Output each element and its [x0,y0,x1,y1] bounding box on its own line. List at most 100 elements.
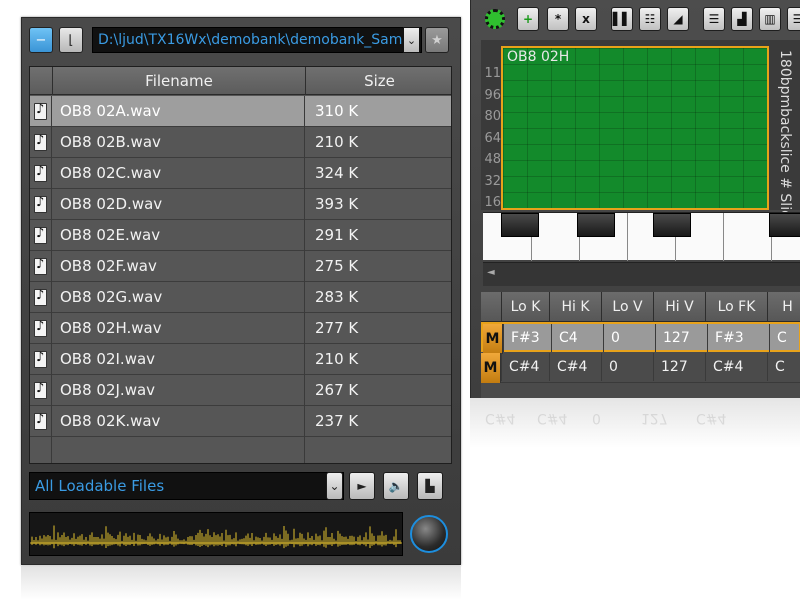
zone-row[interactable]: M F#3 C4 0 127 F#3 C [481,322,800,354]
black-key[interactable] [501,213,539,237]
file-name: OB8 02D.wav [52,189,305,220]
ramp-icon[interactable]: ◢ [667,7,689,31]
sample-label-vertical: 180bpmbackslice # Slice [777,50,793,227]
zone-cell[interactable]: C#4 [501,353,549,381]
parent-folder-icon[interactable]: ⌊ [59,27,83,53]
zone-name: OB8 02H [507,49,570,65]
file-size: 310 K [315,102,359,120]
zone-grid: 11 96 80 64 48 32 16 OB8 02H 180bpmbackslice #… [481,40,800,226]
black-key[interactable] [769,213,800,237]
velocity-label: 64 [484,130,501,146]
table-row[interactable]: OB8 02B.wav 210 K [30,127,451,158]
table-row[interactable]: OB8 02K.wav 237 K [30,406,451,437]
play-icon[interactable]: ► [349,472,375,500]
file-name: OB8 02B.wav [52,127,305,158]
list-icon[interactable]: ☰ [787,7,800,31]
file-type-filter[interactable]: All Loadable Files [29,472,344,500]
filename-column-header[interactable]: Filename [52,67,305,95]
waveform-graphic [30,525,402,549]
file-name: OB8 02G.wav [52,282,305,313]
table-row[interactable]: OB8 02F.wav 275 K [30,251,451,282]
zone-cell[interactable]: C [767,353,800,381]
layer-icon[interactable]: ▌▌ [611,7,633,31]
file-name: OB8 02E.wav [52,220,305,251]
scroll-left-icon[interactable]: ◄ [487,267,495,278]
editor-reflection [470,398,800,448]
align-icon[interactable]: ☰ [703,7,725,31]
load-icon[interactable]: ▙ [417,472,443,500]
file-table-header: Filename Size [30,67,451,95]
table-row[interactable]: OB8 02H.wav 277 K [30,313,451,344]
zone-row[interactable]: M C#4 C#4 0 127 C#4 C [481,353,800,383]
zone-column-header[interactable]: Hi K [549,292,601,322]
delete-icon[interactable]: x [575,7,597,31]
bars-icon[interactable]: ▟ [731,7,753,31]
columns-icon[interactable]: ▥ [759,7,781,31]
black-key[interactable] [577,213,615,237]
zone-cell[interactable]: 0 [603,324,655,352]
file-name: OB8 02H.wav [52,313,305,344]
reflection-text: 0 [592,410,601,426]
star-icon[interactable]: ★ [425,27,449,53]
path-field[interactable]: D:\ljud\TX16Wx\demobank\demobank_Samp [92,27,422,53]
audio-file-icon [30,406,52,437]
zone-cell[interactable]: 127 [653,353,705,381]
file-size: 393 K [315,195,359,213]
zone-cell[interactable]: 0 [601,353,653,381]
zone-column-header[interactable]: Lo K [501,292,549,322]
table-row[interactable]: OB8 02C.wav 324 K [30,158,451,189]
grid-icon[interactable]: ☷ [639,7,661,31]
table-row[interactable]: OB8 02G.wav 283 K [30,282,451,313]
zone-column-header[interactable]: H [767,292,800,322]
speaker-icon[interactable]: 🔈 [383,472,409,500]
mute-button[interactable]: M [483,324,503,354]
gear-icon[interactable] [485,9,505,29]
file-size: 210 K [315,350,359,368]
size-column-header[interactable]: Size [305,67,451,95]
file-size: 277 K [315,319,359,337]
file-size: 291 K [315,226,359,244]
chevron-down-icon[interactable]: ⌄ [326,472,343,500]
wildcard-icon[interactable]: * [547,7,569,31]
table-row[interactable]: OB8 02D.wav 393 K [30,189,451,220]
file-size: 275 K [315,257,359,275]
file-name: OB8 02K.wav [52,406,305,437]
mute-button[interactable]: M [481,353,501,383]
table-row[interactable]: OB8 02J.wav 267 K [30,375,451,406]
file-size: 210 K [315,133,359,151]
table-row[interactable]: OB8 02E.wav 291 K [30,220,451,251]
waveform-preview [29,512,403,556]
add-zone-icon[interactable]: + [517,7,539,31]
zone-cell[interactable]: F#3 [503,324,551,352]
chevron-down-icon[interactable]: ⌄ [403,27,420,53]
zone-cell[interactable]: C#4 [705,353,767,381]
zone-cell[interactable]: F#3 [707,324,769,352]
black-key[interactable] [653,213,691,237]
velocity-label: 96 [484,87,501,103]
audio-file-icon [30,158,52,189]
file-size: 283 K [315,288,359,306]
velocity-label: 32 [484,173,501,189]
table-row[interactable]: OB8 02I.wav 210 K [30,344,451,375]
velocity-label: 48 [484,152,501,167]
zone-cell[interactable]: 127 [655,324,707,352]
keyboard-editor-panel: +*x▌▌☷◢☰▟▥☰ 11968064483216 OB8 02H 180bp… [470,0,800,398]
zone-column-header[interactable]: Lo FK [705,292,767,322]
piano-keyboard[interactable] [483,212,800,261]
reflection-text: C#4 [485,410,516,426]
volume-knob[interactable] [410,515,448,553]
horizontal-scrollbar[interactable]: ◄ [483,262,800,286]
audio-file-icon [30,220,52,251]
zone-cell[interactable]: C4 [551,324,603,352]
zone-cell[interactable]: C#4 [549,353,601,381]
zone-column-header[interactable]: Lo V [601,292,653,322]
sample-zone[interactable]: OB8 02H [501,46,769,210]
audio-file-icon [30,96,52,127]
reflection-text: C#4 [537,410,568,426]
zone-column-header[interactable]: Hi V [653,292,705,322]
zone-cell[interactable]: C [769,324,800,352]
file-name: OB8 02J.wav [52,375,305,406]
minus-icon[interactable]: − [29,27,53,53]
reflection-text: 127 [641,410,668,426]
table-row[interactable]: OB8 02A.wav 310 K [30,96,451,127]
